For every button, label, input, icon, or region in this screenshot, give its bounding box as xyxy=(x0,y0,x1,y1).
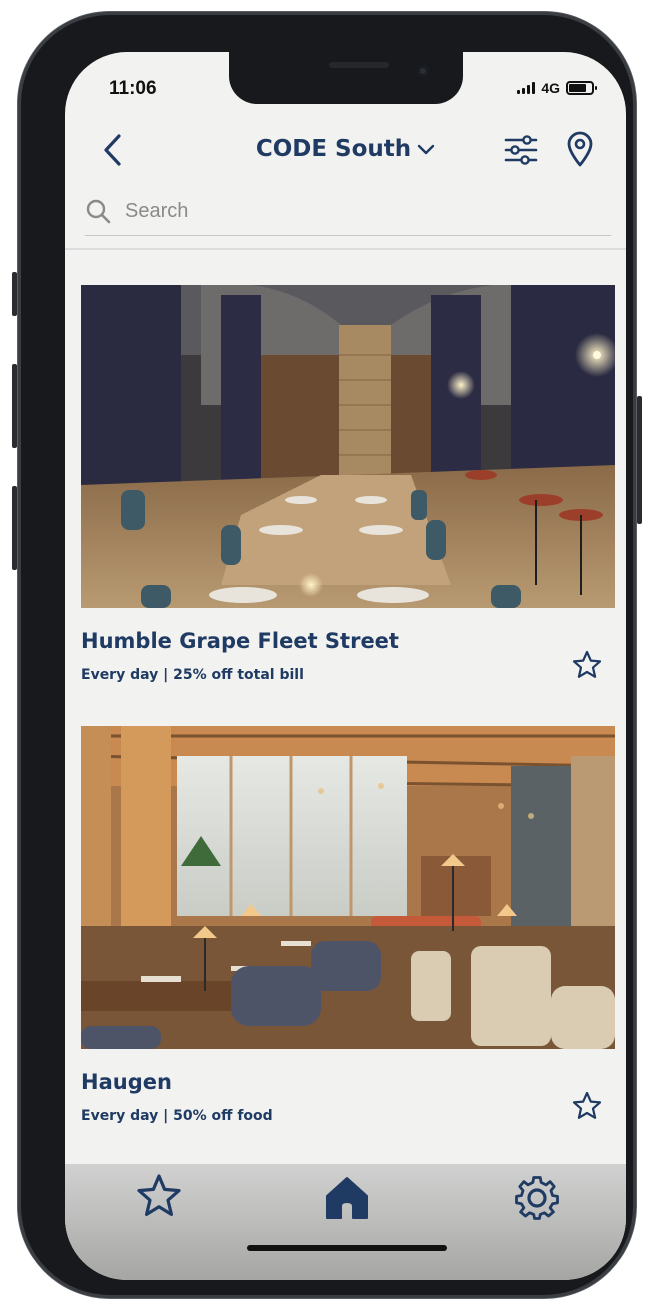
speaker-grille xyxy=(329,62,389,68)
search-input[interactable] xyxy=(125,196,585,226)
tab-bar xyxy=(65,1164,626,1280)
restaurant-offer: Every day | 25% off total bill xyxy=(81,667,304,683)
signal-icon xyxy=(517,82,536,94)
favorite-star-icon[interactable] xyxy=(571,1090,603,1122)
filter-sliders-icon[interactable] xyxy=(503,132,539,168)
home-tab-house-icon[interactable] xyxy=(319,1172,375,1224)
home-indicator xyxy=(247,1245,447,1251)
status-indicators: 4G xyxy=(517,80,597,96)
app-screen: 11:06 4G CODE South Search Humble Grape … xyxy=(65,52,626,1280)
header-divider xyxy=(65,248,626,250)
favorite-star-icon[interactable] xyxy=(571,649,603,681)
mute-switch xyxy=(12,272,17,316)
map-pin-icon[interactable] xyxy=(565,130,595,168)
battery-icon xyxy=(566,81,597,95)
phone-frame: 11:06 4G CODE South Search Humble Grape … xyxy=(12,12,642,1298)
notch xyxy=(229,52,463,104)
restaurant-offer: Every day | 50% off food xyxy=(81,1108,273,1124)
restaurant-photo xyxy=(81,285,615,608)
restaurant-name: Humble Grape Fleet Street xyxy=(81,629,399,653)
network-label: 4G xyxy=(541,80,560,96)
page-title: CODE South xyxy=(255,136,412,162)
navigation-bar: CODE South xyxy=(65,124,626,178)
settings-tab-gear-icon[interactable] xyxy=(509,1172,565,1224)
front-camera xyxy=(417,65,429,77)
volume-up-button xyxy=(12,364,17,448)
power-button xyxy=(637,396,642,524)
restaurant-card[interactable]: Haugen Every day | 50% off food xyxy=(81,726,615,1124)
chevron-down-icon xyxy=(417,144,435,154)
restaurant-photo xyxy=(81,726,615,1049)
restaurant-card[interactable]: Humble Grape Fleet Street Every day | 25… xyxy=(81,285,615,683)
volume-down-button xyxy=(12,486,17,570)
search-icon xyxy=(86,199,111,224)
search-bar xyxy=(85,188,611,236)
favorites-tab-star-icon[interactable] xyxy=(131,1172,187,1224)
restaurant-name: Haugen xyxy=(81,1070,172,1094)
location-selector[interactable]: CODE South xyxy=(65,136,626,162)
status-time: 11:06 xyxy=(109,78,157,99)
